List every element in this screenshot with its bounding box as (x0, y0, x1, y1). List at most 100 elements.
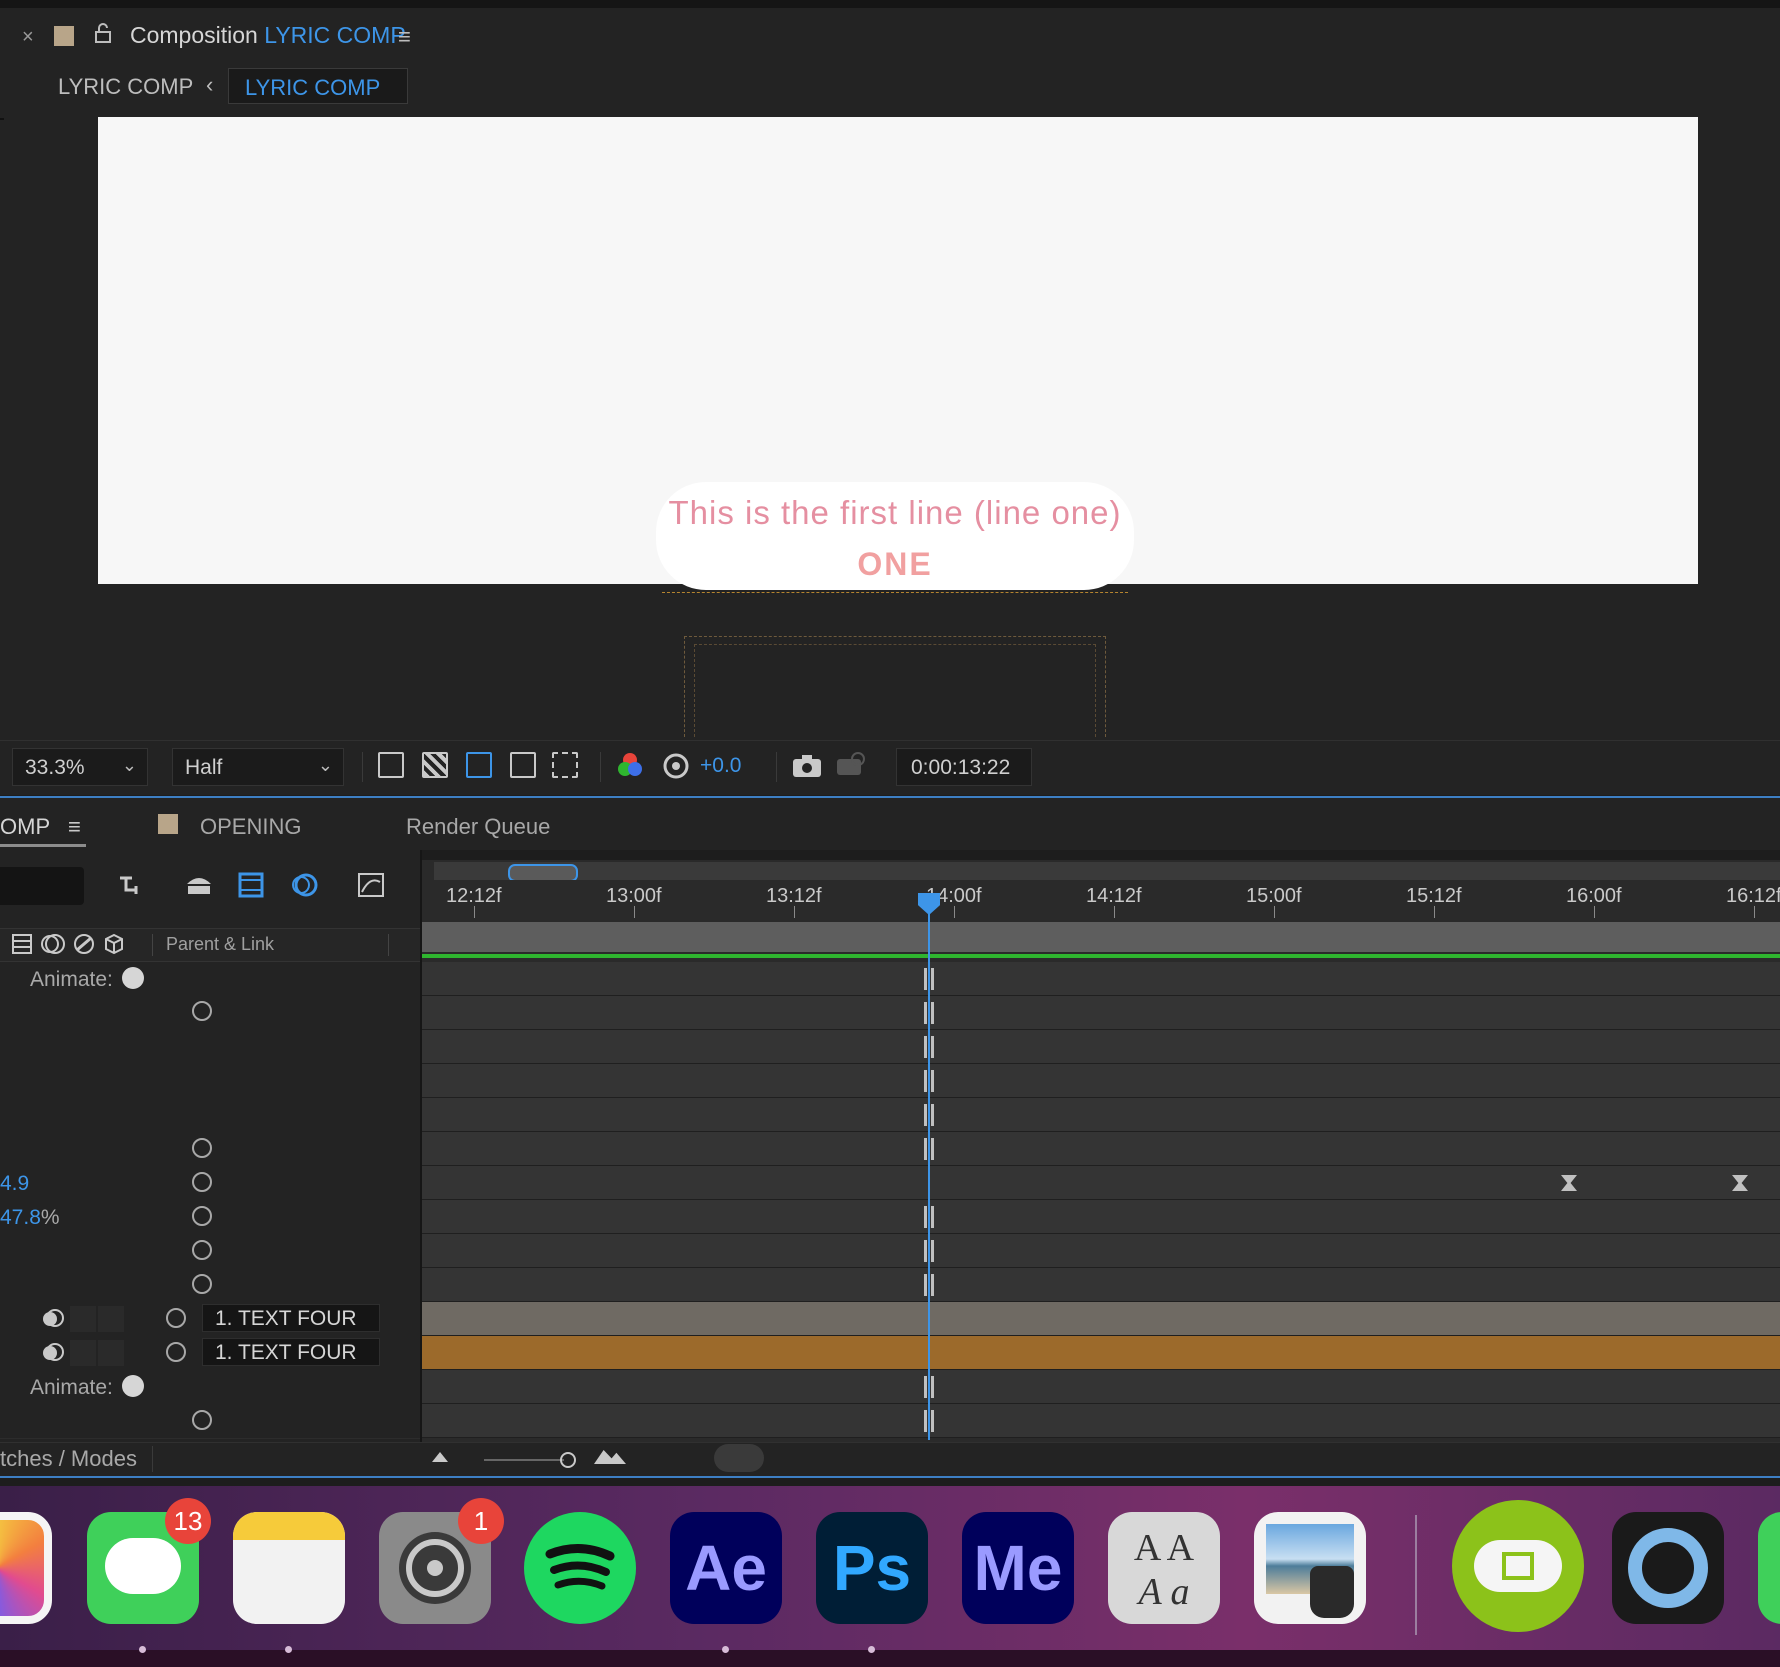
motion-blur-switch-icon[interactable] (40, 932, 66, 956)
breadcrumb-first[interactable]: LYRIC COMP (58, 74, 193, 100)
graph-editor-icon[interactable] (356, 870, 386, 900)
grid-guides-icon[interactable] (552, 752, 578, 778)
property-track-row[interactable] (422, 1030, 1780, 1064)
notes-app-icon[interactable] (233, 1512, 345, 1624)
property-track-row[interactable] (422, 1404, 1780, 1438)
lyric-line-two[interactable]: ONE (656, 546, 1134, 583)
3d-switch[interactable] (98, 1340, 124, 1366)
adjustment-switch[interactable] (70, 1340, 96, 1366)
composition-flowchart-icon[interactable] (116, 870, 146, 900)
time-navigator-bar[interactable] (434, 862, 1780, 880)
chevron-down-icon: ⌄ (317, 755, 333, 775)
3d-layer-icon[interactable] (102, 932, 126, 956)
property-value-with-unit[interactable]: 47.8% (0, 1206, 60, 1230)
parent-dropdown[interactable]: 1. TEXT FOUR ⌄ (202, 1338, 380, 1389)
adjustment-switch[interactable] (70, 1306, 96, 1332)
property-track-row[interactable] (422, 1200, 1780, 1234)
motion-blur-icon[interactable] (290, 870, 320, 900)
pick-whip-icon[interactable] (166, 1342, 186, 1362)
snapshot-camera-icon[interactable] (792, 754, 822, 778)
property-track-row[interactable] (422, 1166, 1780, 1200)
photoshop-app-icon[interactable]: Ps (816, 1512, 928, 1624)
transparency-grid-icon[interactable] (422, 752, 448, 778)
motion-blur-switch-icon[interactable] (40, 1306, 66, 1330)
current-time-display[interactable]: 0:00:13:22 (896, 748, 1032, 786)
property-track-row[interactable] (422, 996, 1780, 1030)
quicktime-app-icon[interactable] (1612, 1512, 1724, 1624)
tab-render-queue[interactable]: Render Queue (406, 814, 550, 840)
font-book-app-icon[interactable]: A A A a (1108, 1512, 1220, 1624)
property-row[interactable] (0, 1098, 420, 1133)
region-of-interest-icon[interactable] (510, 752, 536, 778)
preview-app-icon[interactable] (1254, 1512, 1366, 1624)
tab-lyric-comp[interactable]: OMP (0, 814, 50, 840)
timeline-zoom-handle[interactable] (560, 1452, 576, 1468)
panel-menu-icon[interactable]: ≡ (398, 24, 411, 50)
property-track-row[interactable] (422, 1234, 1780, 1268)
timeline-zoom-slider[interactable] (484, 1459, 564, 1461)
layer-search-input[interactable] (0, 867, 84, 905)
timeline-bottom-bar (0, 1442, 1780, 1477)
toggle-switches-modes-button[interactable]: tches / Modes (0, 1446, 137, 1472)
cloud-video-app-icon[interactable] (1452, 1500, 1584, 1632)
exposure-value[interactable]: +0.0 (700, 754, 741, 778)
chevron-left-icon[interactable]: ‹ (206, 72, 213, 98)
pick-whip-icon[interactable] (192, 1274, 212, 1294)
zoom-dropdown[interactable]: 33.3% ⌄ (12, 748, 148, 786)
media-encoder-app-icon[interactable]: Me (962, 1512, 1074, 1624)
after-effects-app-icon[interactable]: Ae (670, 1512, 782, 1624)
fast-preview-icon[interactable] (378, 752, 404, 778)
partial-app-icon[interactable] (1758, 1512, 1780, 1624)
timeline-scrollbar-thumb[interactable] (714, 1444, 764, 1472)
3d-switch[interactable] (98, 1306, 124, 1332)
panel-title-comp-name: LYRIC COMP (264, 22, 406, 48)
parent-dropdown[interactable]: 1. TEXT FOUR ⌄ (202, 1304, 380, 1355)
property-track-row[interactable] (422, 1098, 1780, 1132)
video-switch-icon[interactable] (10, 932, 34, 956)
label-color-swatch[interactable] (54, 26, 74, 46)
mask-visibility-icon[interactable] (466, 752, 492, 778)
property-track-row[interactable] (422, 1268, 1780, 1302)
property-track-row[interactable] (422, 1064, 1780, 1098)
tab-opening[interactable]: OPENING (200, 814, 301, 840)
label-color-swatch[interactable] (158, 814, 178, 834)
tab-menu-icon[interactable]: ≡ (68, 814, 81, 840)
spotify-app-icon[interactable] (524, 1512, 636, 1624)
animate-label: Animate: (30, 968, 113, 991)
pick-whip-icon[interactable] (192, 1172, 212, 1192)
channel-rgb-icon[interactable] (616, 752, 644, 780)
breadcrumb-active[interactable]: LYRIC COMP (228, 68, 408, 104)
photos-app-icon[interactable] (0, 1512, 52, 1624)
color-management-icon[interactable] (662, 752, 690, 780)
property-track-row[interactable] (422, 962, 1780, 996)
lock-icon[interactable] (94, 22, 112, 44)
show-snapshot-icon[interactable] (836, 752, 866, 778)
draft-3d-icon[interactable] (184, 870, 214, 900)
ruler-tick-label: 14:12f (1086, 885, 1142, 907)
work-area-bar[interactable] (422, 922, 1780, 952)
pick-whip-icon[interactable] (192, 1240, 212, 1260)
animate-menu-icon[interactable] (122, 1375, 144, 1397)
pick-whip-icon[interactable] (166, 1308, 186, 1328)
property-value[interactable]: 4.9 (0, 1172, 29, 1196)
property-row[interactable] (0, 1064, 420, 1099)
pick-whip-icon[interactable] (192, 1001, 212, 1021)
desktop-wallpaper-strip (0, 1650, 1780, 1667)
motion-blur-switch-icon[interactable] (40, 1340, 66, 1364)
pick-whip-icon[interactable] (192, 1138, 212, 1158)
property-track-row[interactable] (422, 1370, 1780, 1404)
lyric-line-one[interactable]: This is the first line (line one) (656, 494, 1134, 532)
layer-duration-bar[interactable] (422, 1336, 1780, 1370)
property-row[interactable] (0, 1030, 420, 1065)
close-icon[interactable]: × (22, 26, 34, 49)
animate-menu-icon[interactable] (122, 967, 144, 989)
pick-whip-icon[interactable] (192, 1410, 212, 1430)
property-track-row[interactable] (422, 1132, 1780, 1166)
adjustment-layer-icon[interactable] (72, 932, 96, 956)
pick-whip-icon[interactable] (192, 1206, 212, 1226)
column-divider (388, 934, 389, 956)
resolution-dropdown[interactable]: Half ⌄ (172, 748, 344, 786)
layer-duration-bar[interactable] (422, 1302, 1780, 1336)
frame-blending-icon[interactable] (236, 870, 266, 900)
property-value[interactable]: 47.8 (0, 1206, 41, 1229)
